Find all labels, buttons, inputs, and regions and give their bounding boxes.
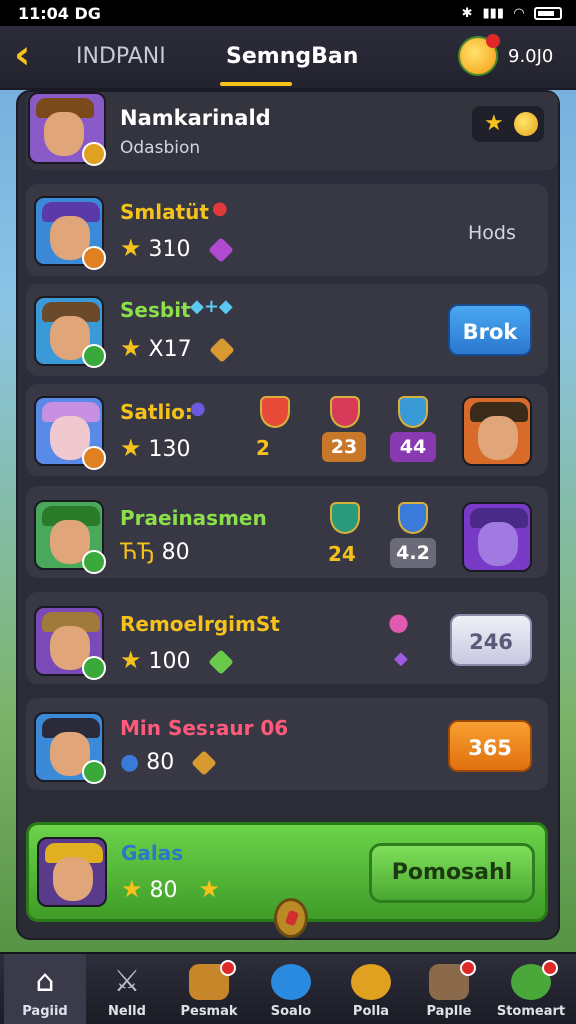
rank-badge-icon: [82, 446, 106, 470]
notification-dot: [220, 960, 236, 976]
action-button[interactable]: Brok: [448, 304, 532, 356]
nav-item-nelld[interactable]: ⚔ Nelld: [86, 954, 168, 1024]
player-name: RemoelrgimSt: [120, 612, 280, 636]
featured-name: Galas: [121, 841, 184, 865]
nav-item-paplle[interactable]: Paplle: [408, 954, 490, 1024]
wifi-icon: ◠: [514, 5, 524, 21]
star-icon: ★: [120, 434, 142, 462]
player-name: Sesbit: [120, 298, 191, 322]
notification-dot: [486, 34, 500, 48]
star-icon: ★: [198, 875, 221, 903]
profile-name: Namkarinald: [120, 106, 271, 130]
player-stat: ● 80: [120, 750, 217, 776]
player-stat: ЋЂ 80: [120, 540, 190, 565]
player-name: Praeinasmen: [120, 506, 267, 530]
ruby-icon: [260, 396, 290, 428]
nav-item-soalo[interactable]: Soalo: [250, 954, 332, 1024]
back-button[interactable]: ‹: [14, 35, 50, 76]
bonus-icon: ●: [388, 608, 409, 636]
bottom-nav: ⌂ Pagiid ⚔ Nelld Pesmak Soalo Polla Papl…: [0, 952, 576, 1024]
status-icons: ✱ ▮▮▮ ◠: [462, 6, 562, 21]
shield-icon: [398, 502, 428, 534]
orb-icon: ●: [190, 398, 206, 419]
notification-dot: [460, 960, 476, 976]
emblem-icon: ●: [212, 198, 228, 219]
rank-badge-icon: [82, 550, 106, 574]
nav-item-stomeart[interactable]: Stomeart: [490, 954, 572, 1024]
bluetooth-icon: ✱: [461, 5, 473, 21]
profile-subtitle: Odasbion: [120, 138, 201, 158]
featured-stat: ★ 80 ★: [121, 875, 221, 903]
gem-icon: ◆: [394, 648, 408, 669]
currency-value: 9.0J0: [508, 46, 554, 67]
score-button[interactable]: 246: [450, 614, 532, 666]
rank-badge-icon: [82, 344, 106, 368]
face-icon: [44, 112, 84, 156]
chip-value: 2: [256, 436, 270, 460]
top-bar: ‹ INDPANI SemngBan 9.0J0: [0, 26, 576, 90]
featured-action-button[interactable]: Pomosahl: [369, 843, 535, 903]
battle-icon: [271, 964, 311, 1000]
potion-icon: ●: [120, 750, 140, 775]
shield-icon: [398, 396, 428, 428]
reward-character-icon[interactable]: [462, 502, 532, 572]
gem-cluster-icon: ◆+◆: [190, 296, 233, 317]
chip-value: 44: [390, 432, 436, 462]
nav-item-home[interactable]: ⌂ Pagiid: [4, 954, 86, 1024]
face-icon: [478, 416, 518, 460]
home-icon: ⌂: [35, 964, 55, 999]
character-icon: [351, 964, 391, 1000]
star-icon: ★: [120, 334, 142, 362]
player-name: Satlio:: [120, 400, 193, 424]
reward-character-icon[interactable]: [462, 396, 532, 466]
active-tab-indicator: [220, 82, 292, 86]
face-icon: [478, 522, 518, 566]
rank-badge-icon: [82, 656, 106, 680]
scroll-indicator-icon[interactable]: [274, 898, 308, 938]
rank-badge-icon: [82, 142, 106, 166]
coin-icon: [514, 112, 538, 136]
star-icon: ★: [484, 111, 504, 136]
nav-item-pesmak[interactable]: Pesmak: [168, 954, 250, 1024]
player-stat: ★ 130: [120, 434, 191, 462]
gold-icon: [191, 750, 217, 776]
shield-icon: [330, 502, 360, 534]
face-icon: [53, 857, 93, 901]
player-avatar: [37, 837, 107, 907]
nav-item-polla[interactable]: Polla: [330, 954, 412, 1024]
rank-badge-icon: [82, 246, 106, 270]
swords-icon: ⚔: [113, 964, 141, 999]
status-bar: 11:04 DG ✱ ▮▮▮ ◠: [0, 0, 576, 26]
player-name: Min Ses:aur 06: [120, 716, 289, 740]
rank-badge-icon: [82, 760, 106, 784]
star-currency-chip[interactable]: ★: [472, 106, 544, 142]
chip-value: 4.2: [390, 538, 436, 568]
player-stat: ★ 310: [120, 234, 234, 263]
chip-value: 24: [328, 542, 356, 566]
signal-icon: ▮▮▮: [482, 5, 504, 21]
chip-value: 23: [322, 432, 366, 462]
gem-icon: [207, 649, 234, 675]
tab-semngban[interactable]: SemngBan: [226, 44, 358, 69]
player-avatar-icon[interactable]: [458, 34, 500, 76]
star-icon: ★: [120, 234, 142, 262]
gem-icon: [207, 237, 234, 263]
gold-icon: [208, 337, 235, 363]
star-icon: ★: [120, 646, 142, 674]
player-name: Smlatüt: [120, 200, 209, 224]
player-stat: ★ 100: [120, 646, 234, 675]
chevron-left-icon: ‹: [14, 32, 31, 78]
tab-indpani[interactable]: INDPANI: [76, 44, 166, 69]
crest-icon: [330, 396, 360, 428]
row-status-text: Hods: [468, 222, 516, 244]
battery-icon: [534, 6, 562, 20]
player-stat: ★ X17: [120, 334, 235, 363]
notification-dot: [542, 960, 558, 976]
status-time: 11:04 DG: [18, 3, 101, 23]
star-icon: ★: [121, 875, 143, 903]
score-button[interactable]: 365: [448, 720, 532, 772]
